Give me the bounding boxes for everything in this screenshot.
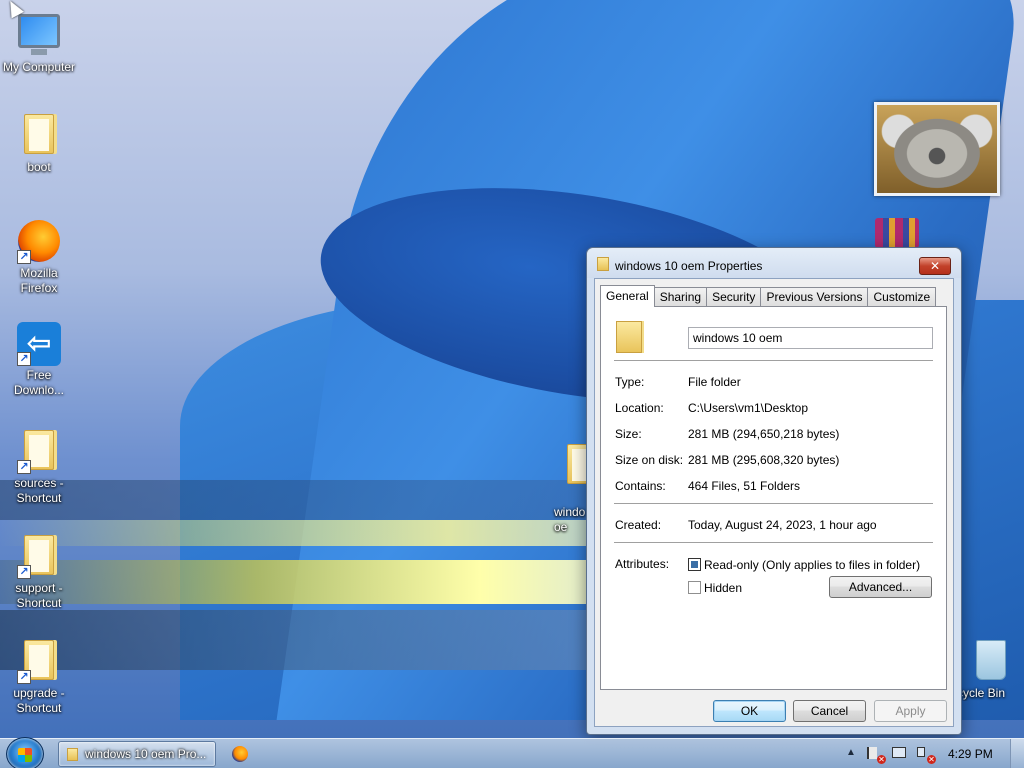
type-value: File folder [688, 375, 741, 389]
show-hidden-icons-button[interactable]: ▲ [846, 747, 856, 758]
apply-button[interactable]: Apply [874, 700, 947, 722]
size-on-disk-value: 281 MB (295,608,320 bytes) [688, 453, 840, 467]
hidden-label: Hidden [704, 581, 743, 595]
contains-label: Contains: [615, 479, 666, 493]
location-value: C:\Users\vm1\Desktop [688, 401, 809, 415]
attributes-label: Attributes: [615, 557, 670, 571]
desktop-icon-free-download[interactable]: ⇦ ↗ Free Downlo... [0, 322, 79, 398]
firefox-icon: ↗ [17, 220, 61, 264]
desktop-icon-sources-shortcut[interactable]: ↗ sources - Shortcut [0, 428, 79, 506]
shortcut-arrow-icon: ↗ [17, 460, 31, 474]
wallpaper-shape [0, 480, 640, 520]
clock[interactable]: 4:29 PM [948, 747, 993, 761]
separator [614, 542, 933, 543]
volume-icon[interactable]: ✕ [917, 747, 936, 764]
desktop-icon-winrar[interactable] [872, 218, 922, 248]
separator [614, 503, 933, 504]
desktop-icon-my-computer[interactable]: My Computer [0, 10, 79, 75]
folder-icon [67, 748, 78, 761]
desktop-icon-firefox[interactable]: ↗ Mozilla Firefox [0, 220, 79, 296]
desktop-icon-label: My Computer [2, 60, 76, 74]
wallpaper-shape [0, 560, 640, 604]
desktop-icon-label: upgrade - Shortcut [13, 686, 65, 715]
folder-icon: ↗ [17, 430, 61, 474]
wallpaper-shape [0, 610, 640, 670]
folder-icon [597, 257, 609, 271]
desktop-icon-recycle-bin[interactable]: cycle Bin [957, 638, 1024, 701]
koala-photo[interactable] [874, 102, 1000, 196]
dialog-title: windows 10 oem Properties [615, 259, 763, 273]
wallpaper-shape [0, 520, 640, 546]
network-icon[interactable] [892, 747, 908, 761]
winrar-icon [875, 218, 919, 248]
start-button[interactable] [6, 737, 44, 768]
taskbar: windows 10 oem Pro... ▲ ✕ ✕ 4:29 PM [0, 737, 1024, 768]
desktop-icon-label: Mozilla Firefox [20, 266, 58, 295]
ok-button[interactable]: OK [713, 700, 786, 722]
location-label: Location: [615, 401, 664, 415]
desktop-icon-label: cycle Bin [957, 686, 1006, 700]
computer-icon [17, 14, 61, 58]
shortcut-arrow-icon: ↗ [17, 352, 31, 366]
free-download-icon: ⇦ ↗ [17, 322, 61, 366]
tab-previous-versions[interactable]: Previous Versions [760, 287, 869, 307]
tab-general[interactable]: General [600, 285, 655, 307]
created-label: Created: [615, 518, 662, 532]
shortcut-arrow-icon: ↗ [17, 670, 31, 684]
tab-sharing[interactable]: Sharing [653, 287, 708, 307]
action-center-flag-icon[interactable]: ✕ [867, 747, 886, 764]
contains-value: 464 Files, 51 Folders [688, 479, 801, 493]
dialog-titlebar[interactable]: windows 10 oem Properties ✕ [587, 248, 961, 278]
readonly-checkbox[interactable] [688, 558, 701, 571]
hidden-checkbox[interactable] [688, 581, 701, 594]
tab-strip: General Sharing Security Previous Versio… [600, 285, 937, 307]
general-panel: Type: File folder Location: C:\Users\vm1… [600, 306, 947, 690]
desktop-icon-support-shortcut[interactable]: ↗ support - Shortcut [0, 533, 79, 611]
size-value: 281 MB (294,650,218 bytes) [688, 427, 840, 441]
folder-icon [616, 321, 642, 353]
desktop-icon-label: support - Shortcut [15, 581, 63, 610]
desktop-icon-boot[interactable]: boot [0, 112, 79, 175]
shortcut-arrow-icon: ↗ [17, 250, 31, 264]
tab-security[interactable]: Security [706, 287, 762, 307]
tab-customize[interactable]: Customize [867, 287, 937, 307]
firefox-taskbar-icon[interactable] [232, 746, 248, 762]
type-label: Type: [615, 375, 645, 389]
show-desktop-button[interactable] [1010, 739, 1024, 768]
properties-dialog: windows 10 oem Properties ✕ General Shar… [586, 247, 962, 735]
folder-icon [551, 444, 596, 488]
desktop-icon-label: sources - Shortcut [14, 476, 64, 505]
advanced-button[interactable]: Advanced... [829, 576, 932, 598]
shortcut-arrow-icon: ↗ [17, 565, 31, 579]
cancel-button[interactable]: Cancel [793, 700, 866, 722]
close-button[interactable]: ✕ [919, 257, 951, 275]
size-label: Size: [615, 427, 642, 441]
desktop-icon-upgrade-shortcut[interactable]: ↗ upgrade - Shortcut [0, 638, 79, 716]
readonly-label: Read-only (Only applies to files in fold… [704, 558, 921, 572]
created-value: Today, August 24, 2023, 1 hour ago [688, 518, 877, 532]
recycle-bin-icon [969, 640, 1013, 684]
taskbar-window-button[interactable]: windows 10 oem Pro... [58, 741, 216, 767]
desktop-icon-label: Free Downlo... [13, 368, 65, 397]
desktop-icon-label: boot [27, 160, 51, 174]
dialog-client: General Sharing Security Previous Versio… [594, 278, 954, 727]
folder-icon [17, 114, 61, 158]
folder-icon: ↗ [17, 640, 61, 684]
folder-icon: ↗ [17, 535, 61, 579]
size-on-disk-label: Size on disk: [615, 453, 684, 467]
separator [614, 360, 933, 361]
taskbar-window-label: windows 10 oem Pro... [85, 747, 207, 761]
folder-name-input[interactable] [688, 327, 933, 349]
